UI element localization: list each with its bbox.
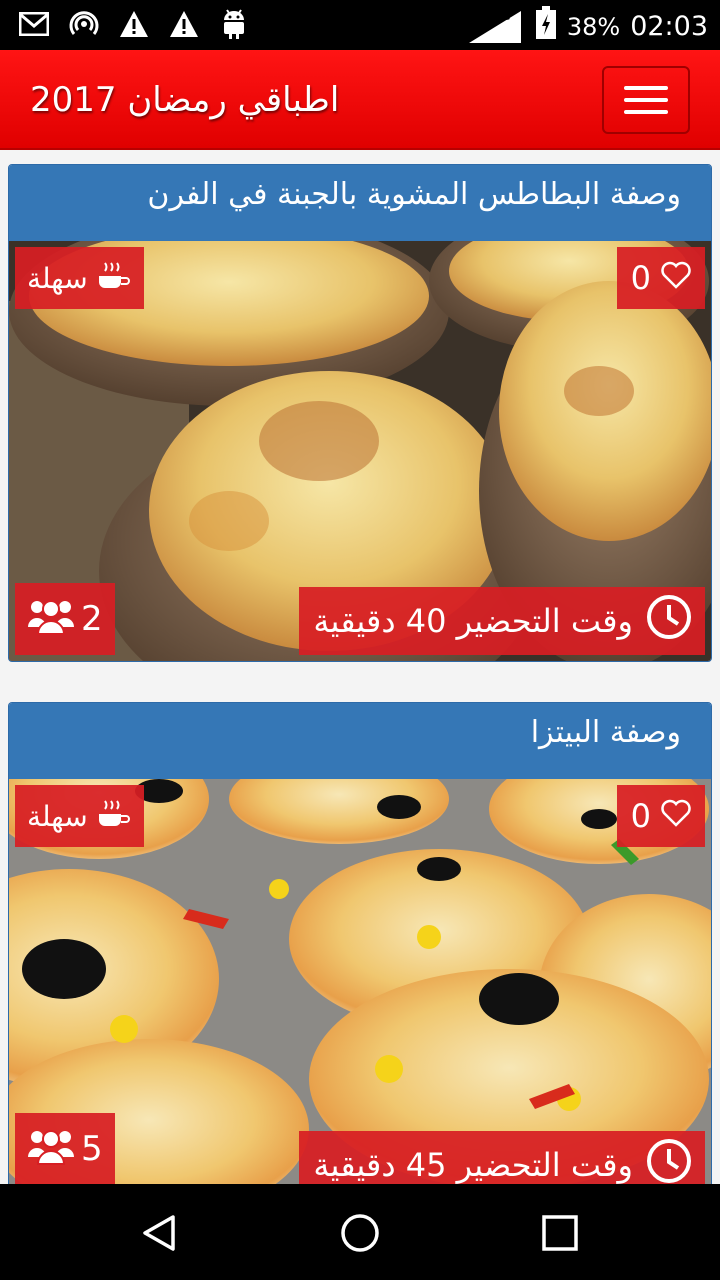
clock: 02:03 bbox=[630, 11, 708, 42]
warning-icon bbox=[168, 8, 200, 40]
likes-count: 0 bbox=[630, 797, 651, 835]
warning-icon bbox=[118, 8, 150, 40]
home-icon bbox=[341, 1214, 379, 1252]
battery-percent: 38% bbox=[566, 12, 621, 41]
difficulty-label: سهلة bbox=[27, 261, 88, 295]
app-title: اطباقي رمضان 2017 bbox=[30, 80, 340, 120]
back-icon bbox=[143, 1215, 175, 1251]
servings-badge: 2 bbox=[15, 583, 115, 655]
navigation-bar bbox=[0, 1184, 720, 1280]
notification-icons bbox=[18, 8, 250, 40]
app-bar: اطباقي رمضان 2017 bbox=[0, 50, 720, 150]
recipe-image[interactable]: سهلة 0 5 وقت التحضير 45 دقيقية bbox=[9, 779, 711, 1184]
servings-badge: 5 bbox=[15, 1113, 115, 1184]
difficulty-label: سهلة bbox=[27, 799, 88, 833]
recipe-card[interactable]: وصفة البطاطس المشوية بالجبنة في الفرن سه… bbox=[8, 164, 712, 662]
gmail-icon bbox=[18, 8, 50, 40]
prep-time-badge: وقت التحضير 45 دقيقية bbox=[299, 1131, 705, 1184]
battery-icon bbox=[535, 6, 557, 47]
difficulty-badge: سهلة bbox=[15, 785, 144, 847]
prep-time-label: وقت التحضير 45 دقيقية bbox=[313, 1146, 633, 1184]
heart-icon[interactable] bbox=[661, 797, 691, 835]
likes-badge[interactable]: 0 bbox=[616, 247, 705, 309]
network-type: 4G bbox=[490, 8, 511, 24]
recipe-title[interactable]: وصفة البيتزا bbox=[9, 703, 711, 779]
people-icon bbox=[27, 1125, 75, 1174]
menu-button[interactable] bbox=[602, 66, 690, 134]
android-icon bbox=[218, 8, 250, 40]
likes-badge[interactable]: 0 bbox=[616, 785, 705, 847]
servings-count: 5 bbox=[81, 1129, 103, 1169]
clock-icon bbox=[645, 1137, 693, 1184]
home-button[interactable] bbox=[335, 1208, 385, 1258]
people-icon bbox=[27, 595, 75, 644]
hot-dish-icon bbox=[96, 260, 130, 297]
prep-time-label: وقت التحضير 40 دقيقية bbox=[313, 602, 633, 640]
recents-button[interactable] bbox=[535, 1208, 585, 1258]
likes-count: 0 bbox=[630, 259, 651, 297]
status-bar: 4G 38% 02:03 bbox=[0, 0, 720, 50]
clock-icon bbox=[645, 593, 693, 649]
prep-time-badge: وقت التحضير 40 دقيقية bbox=[299, 587, 705, 655]
hot-dish-icon bbox=[96, 798, 130, 835]
hotspot-icon bbox=[68, 8, 100, 40]
hamburger-menu-icon bbox=[624, 86, 668, 90]
signal-icon: 4G bbox=[465, 9, 525, 45]
recipe-image[interactable]: سهلة 0 2 وقت التحضير 40 دقيقية bbox=[9, 241, 711, 661]
servings-count: 2 bbox=[81, 599, 103, 639]
system-status: 4G 38% 02:03 bbox=[465, 6, 708, 47]
heart-icon[interactable] bbox=[661, 259, 691, 297]
difficulty-badge: سهلة bbox=[15, 247, 144, 309]
back-button[interactable] bbox=[134, 1208, 184, 1258]
recipe-title[interactable]: وصفة البطاطس المشوية بالجبنة في الفرن bbox=[9, 165, 711, 241]
recents-icon bbox=[542, 1215, 578, 1251]
recipe-card[interactable]: وصفة البيتزا سهلة 0 5 وقت التحضير 45 دقي… bbox=[8, 702, 712, 1184]
